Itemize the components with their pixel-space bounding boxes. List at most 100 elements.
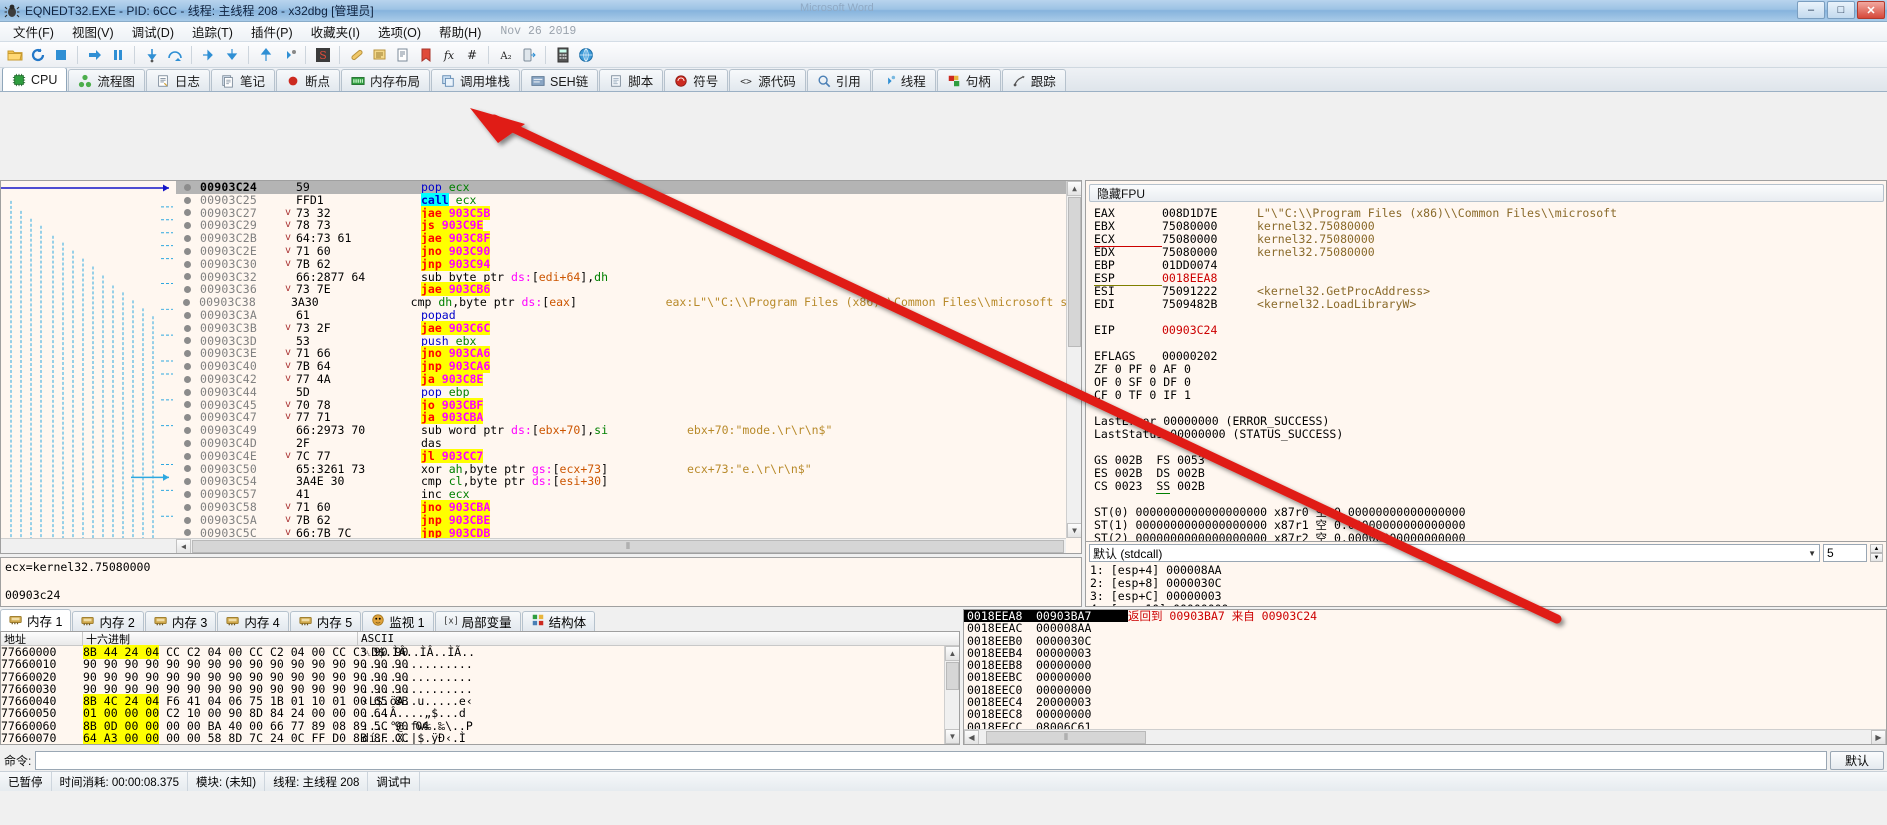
breakpoint-dot-icon[interactable] bbox=[176, 488, 198, 501]
calculator-icon[interactable] bbox=[552, 44, 573, 65]
stepper-down-icon[interactable]: ▼ bbox=[1870, 553, 1883, 562]
run-icon[interactable] bbox=[84, 44, 105, 65]
menu-options[interactable]: 选项(O) bbox=[369, 20, 430, 43]
dump-tab-内存 2[interactable]: 内存 2 bbox=[72, 611, 144, 631]
tab-笔记[interactable]: 笔记 bbox=[210, 69, 275, 91]
breakpoint-dot-icon[interactable] bbox=[176, 194, 198, 207]
default-button[interactable]: 默认 bbox=[1830, 750, 1884, 770]
breakpoint-dot-icon[interactable] bbox=[176, 386, 198, 399]
breakpoint-dot-icon[interactable] bbox=[176, 373, 198, 386]
disassembly-row[interactable]: 00903C3B v 73 2F jae 903C6C bbox=[176, 320, 1081, 335]
tab-源代码[interactable]: <> 源代码 bbox=[729, 69, 806, 91]
menu-help[interactable]: 帮助(H) bbox=[430, 20, 490, 43]
command-input[interactable] bbox=[35, 750, 1827, 770]
menu-file[interactable]: 文件(F) bbox=[4, 20, 63, 43]
step-over-icon[interactable] bbox=[164, 44, 185, 65]
run-to-user-code-icon[interactable] bbox=[278, 44, 299, 65]
stack-row[interactable]: 0018EEC4 20000003 bbox=[964, 696, 1886, 709]
breakpoint-dot-icon[interactable] bbox=[176, 501, 198, 514]
trace-into-icon[interactable] bbox=[198, 44, 219, 65]
scroll-thumb-h[interactable]: ⦀ bbox=[986, 731, 1146, 744]
scroll-thumb[interactable] bbox=[1068, 197, 1081, 347]
breakpoint-dot-icon[interactable] bbox=[176, 514, 198, 527]
tab-调用堆栈[interactable]: 调用堆栈 bbox=[430, 69, 520, 91]
breakpoint-dot-icon[interactable] bbox=[176, 245, 198, 258]
breakpoint-dot-icon[interactable] bbox=[176, 309, 198, 322]
dump-vscrollbar[interactable]: ▲ ▼ bbox=[944, 646, 959, 744]
memory-dump-pane[interactable]: 地址 十六进制 ASCII 77660000 8B 44 24 04 CC C2 … bbox=[0, 631, 960, 745]
tab-线程[interactable]: 线程 bbox=[871, 69, 936, 91]
scroll-thumb-h[interactable]: ⦀ bbox=[192, 540, 1064, 553]
tab-引用[interactable]: 引用 bbox=[806, 69, 871, 91]
breakpoint-dot-icon[interactable] bbox=[176, 450, 198, 463]
dump-tab-结构体[interactable]: 结构体 bbox=[521, 611, 596, 631]
breakpoint-dot-icon[interactable] bbox=[176, 360, 198, 373]
dump-tab-局部变量[interactable]: [x]局部变量 bbox=[434, 611, 521, 631]
patch-icon[interactable] bbox=[346, 44, 367, 65]
dump-row[interactable]: 77660050 01 00 00 00 C2 10 00 90 8D 84 24… bbox=[1, 706, 959, 721]
menu-debug[interactable]: 调试(D) bbox=[123, 20, 183, 43]
step-into-icon[interactable] bbox=[141, 44, 162, 65]
breakpoint-dot-icon[interactable] bbox=[176, 322, 198, 335]
tab-SEH链[interactable]: SEH链 bbox=[521, 69, 599, 91]
disassembly-row[interactable]: 00903C38 3A30 cmp dh,byte ptr ds:[eax] eax:… bbox=[176, 296, 1081, 309]
breakpoint-dot-icon[interactable] bbox=[176, 437, 198, 450]
scroll-thumb[interactable] bbox=[946, 662, 959, 690]
menu-plugins[interactable]: 插件(P) bbox=[242, 20, 302, 43]
scroll-down-arrow[interactable]: ▼ bbox=[945, 729, 959, 744]
maximize-button[interactable]: □ bbox=[1827, 1, 1855, 19]
flag-row[interactable]: OF 0 SF 0 DF 0 bbox=[1094, 376, 1886, 389]
disassembly-vscrollbar[interactable]: ▲ ▼ bbox=[1066, 181, 1081, 538]
breakpoint-dot-icon[interactable] bbox=[176, 347, 198, 360]
breakpoint-dot-icon[interactable] bbox=[176, 232, 198, 245]
scroll-left-arrow[interactable]: ◀ bbox=[964, 730, 979, 744]
bookmark-icon[interactable] bbox=[415, 44, 436, 65]
tab-跟踪[interactable]: 跟踪 bbox=[1001, 69, 1066, 91]
stack-row[interactable]: 0018EEC0 00000000 bbox=[964, 683, 1886, 696]
flag-row[interactable]: CF 0 TF 0 IF 1 bbox=[1094, 389, 1886, 402]
globe-icon[interactable] bbox=[575, 44, 596, 65]
scroll-down-arrow[interactable]: ▼ bbox=[1067, 523, 1081, 538]
dump-tab-内存 4[interactable]: 内存 4 bbox=[217, 611, 289, 631]
stack-row[interactable]: 0018EEA8 00903BA7 返回到 00903BA7 来自 00903C24 bbox=[964, 610, 1886, 622]
stack-pane[interactable]: 0018EEA8 00903BA7 返回到 00903BA7 来自 00903C24… bbox=[963, 609, 1887, 745]
dump-tab-内存 3[interactable]: 内存 3 bbox=[144, 611, 217, 631]
breakpoint-dot-icon[interactable] bbox=[176, 411, 198, 424]
breakpoint-dot-icon[interactable] bbox=[176, 258, 198, 271]
tab-脚本[interactable]: 脚本 bbox=[599, 69, 664, 91]
tab-日志[interactable]: 日志 bbox=[145, 69, 210, 91]
disassembly-row[interactable]: 00903C24 59 pop ecx bbox=[176, 181, 1081, 194]
segment-row[interactable]: CS 0023 SS 002B bbox=[1094, 479, 1886, 494]
hash-icon[interactable]: # bbox=[461, 44, 482, 65]
stack-row[interactable]: 0018EEAC 000008AA bbox=[964, 622, 1886, 635]
segment-row[interactable]: GS 002B FS 0053 bbox=[1094, 454, 1886, 467]
open-file-icon[interactable] bbox=[4, 44, 25, 65]
segment-row[interactable]: ES 002B DS 002B bbox=[1094, 467, 1886, 480]
stepper-up-icon[interactable]: ▲ bbox=[1870, 544, 1883, 553]
breakpoint-dot-icon[interactable] bbox=[176, 424, 198, 437]
menu-favourites[interactable]: 收藏夹(I) bbox=[302, 20, 369, 43]
scroll-left-arrow[interactable]: ◀ bbox=[176, 539, 191, 553]
font-icon[interactable]: A₂ bbox=[495, 44, 516, 65]
arguments-pane[interactable]: 默认 (stdcall) ▼ 5 ▲ ▼ 1: [esp+4] 000008AA… bbox=[1085, 541, 1887, 607]
function-icon[interactable]: fx bbox=[438, 44, 459, 65]
dump-row[interactable]: 77660010 90 90 90 90 90 90 90 90 90 90 90… bbox=[1, 658, 959, 671]
attach-icon[interactable] bbox=[518, 44, 539, 65]
dump-tab-内存 1[interactable]: 内存 1 bbox=[0, 609, 72, 631]
stack-hscrollbar[interactable]: ◀ ⦀ ▶ bbox=[964, 729, 1886, 744]
breakpoint-dot-icon[interactable] bbox=[176, 271, 198, 284]
stack-rows[interactable]: 0018EEA8 00903BA7 返回到 00903BA7 来自 00903C24… bbox=[964, 610, 1886, 744]
pause-icon[interactable] bbox=[107, 44, 128, 65]
registers-pane[interactable]: 隐藏FPU EAX 008D1D7E L"\"C:\\Program Files (… bbox=[1085, 180, 1887, 554]
disassembly-row[interactable]: 00903C25 FFD1 call ecx bbox=[176, 192, 1081, 207]
dump-rows[interactable]: 77660000 8B 44 24 04 CC C2 04 00 CC C2 04… bbox=[1, 645, 959, 744]
breakpoint-dot-icon[interactable] bbox=[176, 181, 198, 194]
disassembly-row[interactable]: 00903C42 v 77 4A ja 903C8E bbox=[176, 371, 1081, 386]
breakpoint-dot-icon[interactable] bbox=[176, 219, 198, 232]
tab-句柄[interactable]: 句柄 bbox=[936, 69, 1001, 91]
disassembly-row[interactable]: 00903C58 v 71 60 jno 903CBA bbox=[176, 499, 1081, 514]
tab-流程图[interactable]: 流程图 bbox=[68, 69, 145, 91]
breakpoint-dot-icon[interactable] bbox=[176, 335, 198, 348]
toggle-fpu-button[interactable]: 隐藏FPU bbox=[1089, 184, 1884, 202]
flag-row[interactable]: ZF 0 PF 0 AF 0 bbox=[1094, 363, 1886, 376]
